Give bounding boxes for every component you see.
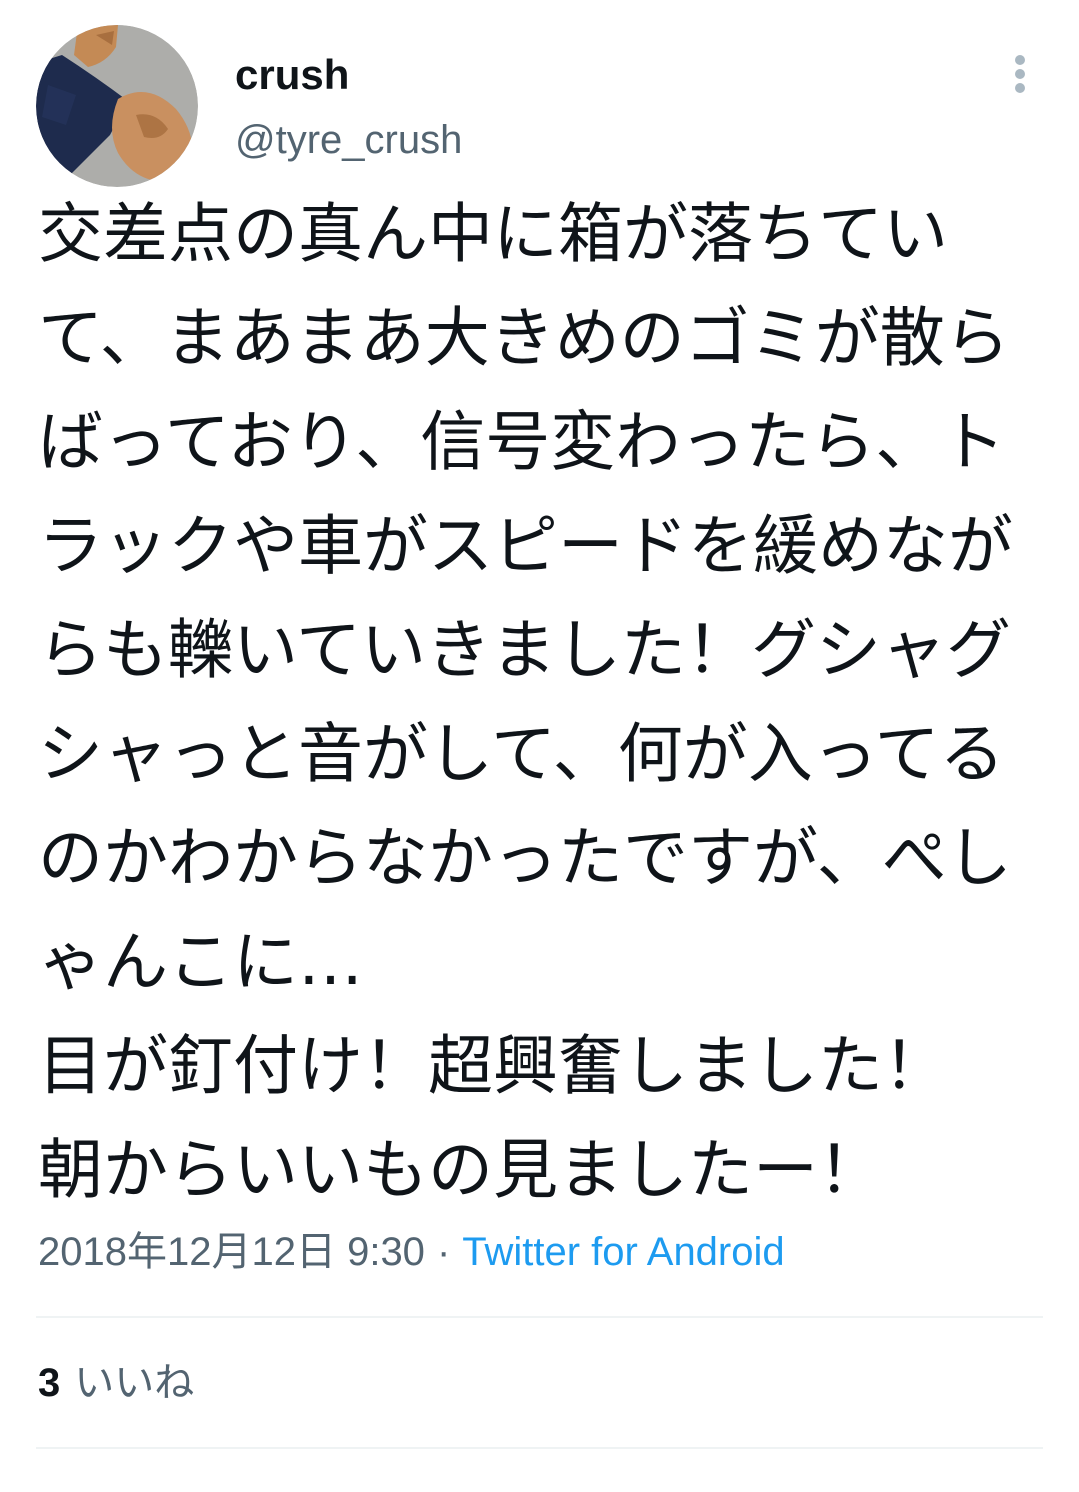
divider [36, 1447, 1043, 1449]
avatar[interactable] [36, 25, 198, 187]
source-link[interactable]: Twitter for Android [462, 1230, 784, 1274]
likes-count: 3 [38, 1361, 61, 1405]
tweet-text-line: て、まあまあ大きめのゴミが散ら [38, 301, 1010, 376]
likes-label: いいね [74, 1360, 195, 1406]
tweet-text-line: 交差点の真ん中に箱が落ちてい [38, 197, 949, 272]
more-options-button[interactable] [1000, 48, 1040, 100]
display-name[interactable]: crush [235, 50, 349, 100]
tweet-text-line: シャっと音がして、何が入ってる [38, 717, 1005, 792]
tweet-text-line: 朝からいいもの見ましたー！ [38, 1133, 884, 1208]
divider [36, 1316, 1043, 1318]
tweet-text-line: らも轢いていきました！グシャグ [38, 613, 1012, 688]
tweet-meta: 2018年12月12日 9:30 · Twitter for Android [38, 1227, 785, 1277]
avatar-photo [36, 25, 198, 187]
more-vertical-icon [1015, 55, 1025, 93]
user-handle[interactable]: @tyre_crush [235, 115, 462, 165]
tweet-text: 交差点の真ん中に箱が落ちてい て、まあまあ大きめのゴミが散ら ばっており、信号変… [38, 183, 1068, 1223]
meta-separator: · [436, 1230, 451, 1274]
tweet-text-line: ゃんこに… [38, 925, 364, 1000]
tweet-text-line: ばっており、信号変わったら、ト [38, 405, 1006, 480]
likes-stat[interactable]: 3 いいね [38, 1358, 194, 1408]
tweet-text-line: ラックや車がスピードを緩めなが [38, 509, 1014, 584]
timestamp-link[interactable]: 2018年12月12日 9:30 [38, 1230, 425, 1274]
tweet-text-line: 目が釘付け！超興奮しました！ [38, 1029, 949, 1104]
tweet-text-line: のかわからなかったですが、ぺし [38, 821, 1012, 896]
